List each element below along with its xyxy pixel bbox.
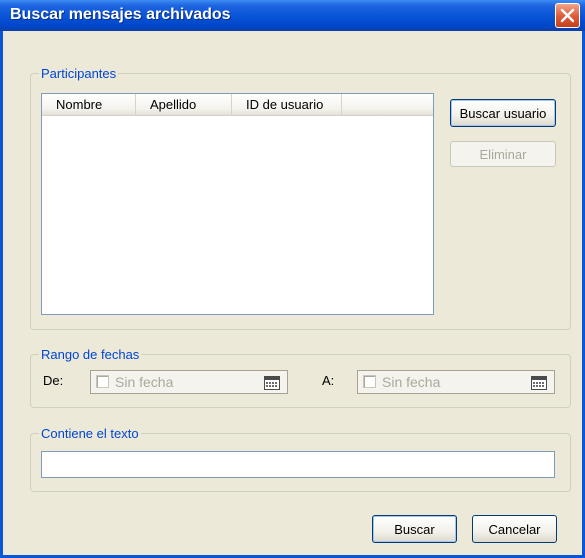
to-label: A: bbox=[322, 373, 335, 388]
from-date-checkbox[interactable] bbox=[96, 375, 109, 388]
from-date-picker[interactable]: Sin fecha bbox=[90, 370, 288, 394]
contains-text-legend: Contiene el texto bbox=[41, 426, 139, 441]
close-icon bbox=[560, 8, 575, 23]
contains-text-input[interactable] bbox=[41, 451, 555, 478]
to-date-checkbox[interactable] bbox=[363, 375, 376, 388]
calendar-icon[interactable] bbox=[264, 376, 280, 390]
participants-legend: Participantes bbox=[41, 66, 117, 81]
window-title: Buscar mensajes archivados bbox=[10, 6, 231, 23]
search-button[interactable]: Buscar bbox=[372, 515, 457, 543]
to-date-picker[interactable]: Sin fecha bbox=[357, 370, 555, 394]
dialog-window: Buscar mensajes archivados Participantes… bbox=[0, 0, 585, 558]
column-header-id-usuario[interactable]: ID de usuario bbox=[232, 94, 342, 115]
column-header-nombre[interactable]: Nombre bbox=[42, 94, 136, 115]
close-button[interactable] bbox=[555, 3, 580, 28]
calendar-icon[interactable] bbox=[531, 376, 547, 390]
remove-button[interactable]: Eliminar bbox=[450, 141, 556, 167]
participants-list[interactable]: Nombre Apellido ID de usuario bbox=[41, 93, 434, 315]
participants-list-header: Nombre Apellido ID de usuario bbox=[42, 94, 433, 116]
date-range-legend: Rango de fechas bbox=[41, 347, 140, 362]
title-bar[interactable]: Buscar mensajes archivados bbox=[0, 0, 585, 31]
column-header-apellido[interactable]: Apellido bbox=[136, 94, 232, 115]
search-user-button[interactable]: Buscar usuario bbox=[450, 99, 556, 127]
to-date-value: Sin fecha bbox=[382, 374, 441, 390]
from-label: De: bbox=[43, 373, 64, 388]
cancel-button[interactable]: Cancelar bbox=[472, 515, 557, 543]
from-date-value: Sin fecha bbox=[115, 374, 174, 390]
